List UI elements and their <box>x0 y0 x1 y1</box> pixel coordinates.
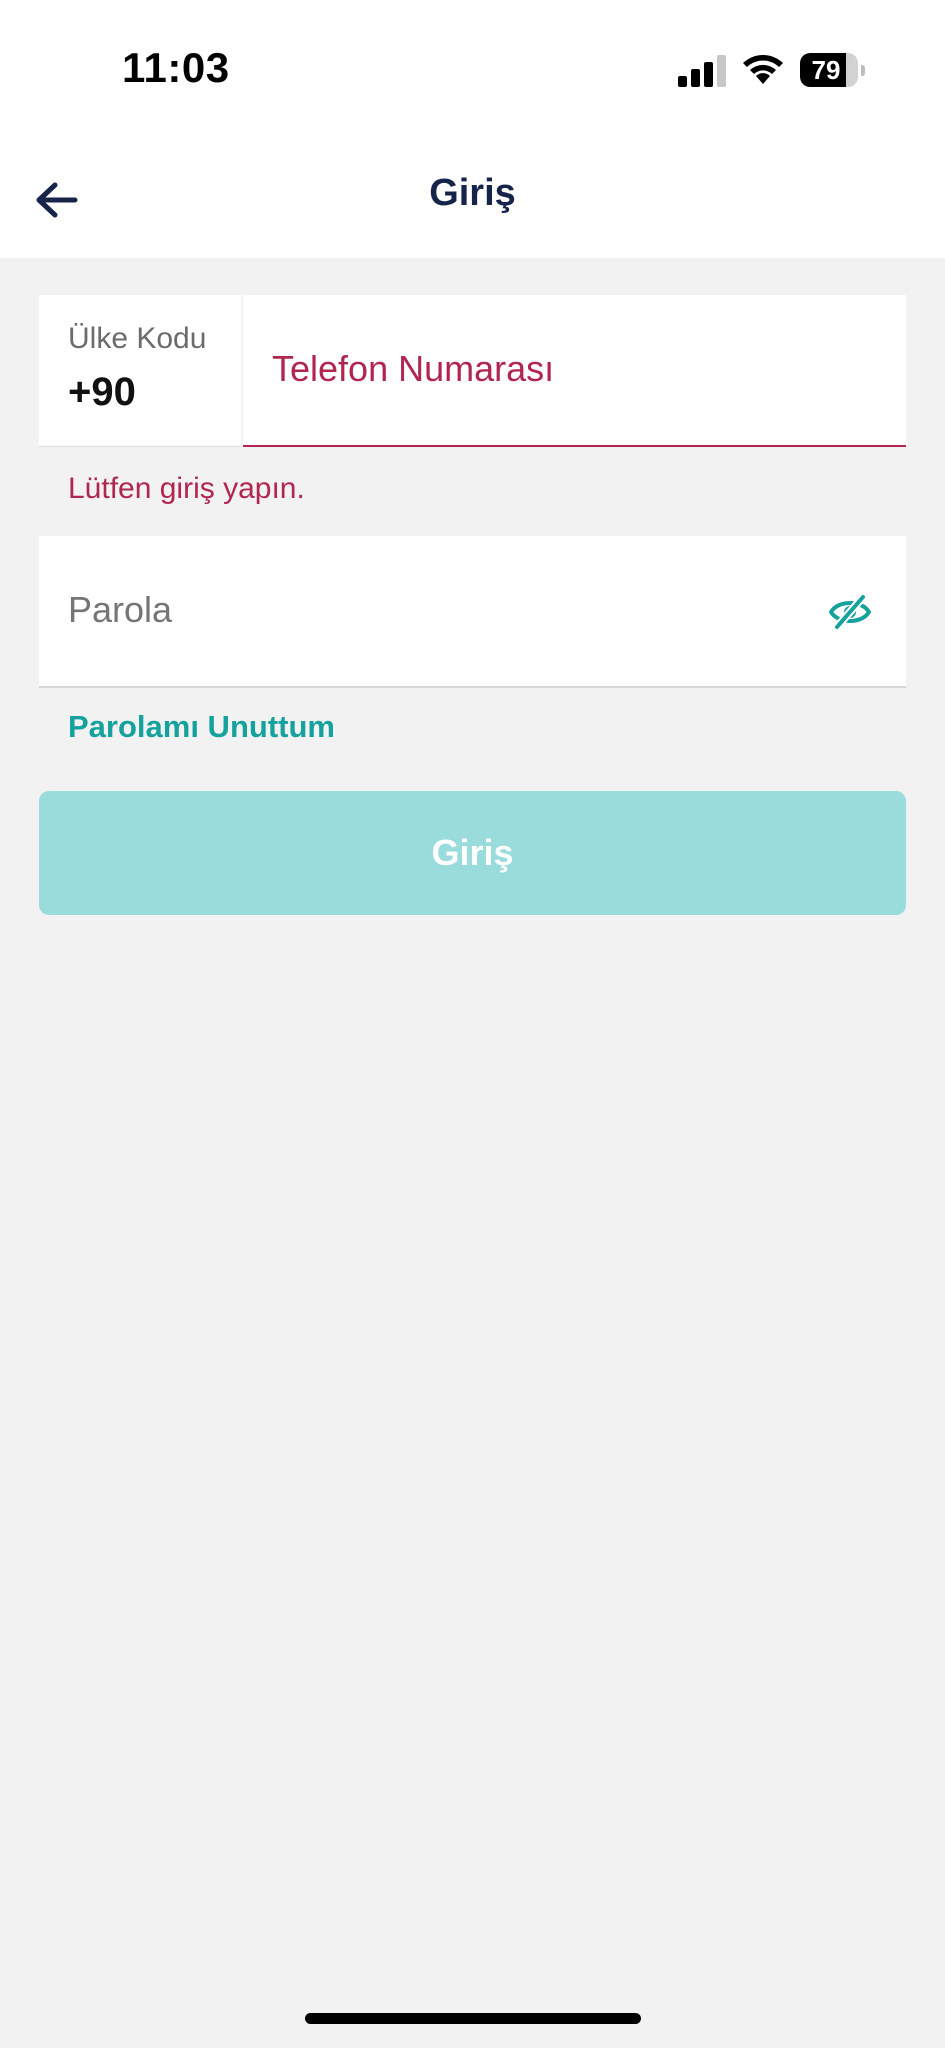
battery-icon: 79 <box>800 53 866 87</box>
page-title: Giriş <box>429 172 516 214</box>
country-code-value: +90 <box>68 370 136 414</box>
phone-number-input[interactable] <box>243 295 906 443</box>
login-button[interactable]: Giriş <box>39 791 906 915</box>
status-bar: 11:03 79 <box>0 0 945 130</box>
nav-bar: Giriş <box>0 130 945 258</box>
signal-icon <box>678 55 726 87</box>
eye-off-icon <box>829 593 871 631</box>
battery-cap <box>861 65 865 76</box>
password-field <box>39 536 906 688</box>
country-code-selector[interactable]: Ülke Kodu +90 <box>39 295 241 447</box>
home-indicator <box>305 2013 641 2024</box>
password-input[interactable] <box>39 536 819 684</box>
phone-error-message: Lütfen giriş yapın. <box>68 472 305 505</box>
wifi-icon <box>743 55 783 84</box>
phone-field <box>243 295 906 447</box>
forgot-password-link[interactable]: Parolamı Unuttum <box>68 709 335 745</box>
phone-row: Ülke Kodu +90 <box>39 295 906 447</box>
country-code-label: Ülke Kodu <box>68 322 207 355</box>
password-visibility-toggle[interactable] <box>824 586 876 638</box>
battery-percentage: 79 <box>811 55 841 85</box>
status-time: 11:03 <box>122 44 230 91</box>
battery-body: 79 <box>800 53 858 87</box>
